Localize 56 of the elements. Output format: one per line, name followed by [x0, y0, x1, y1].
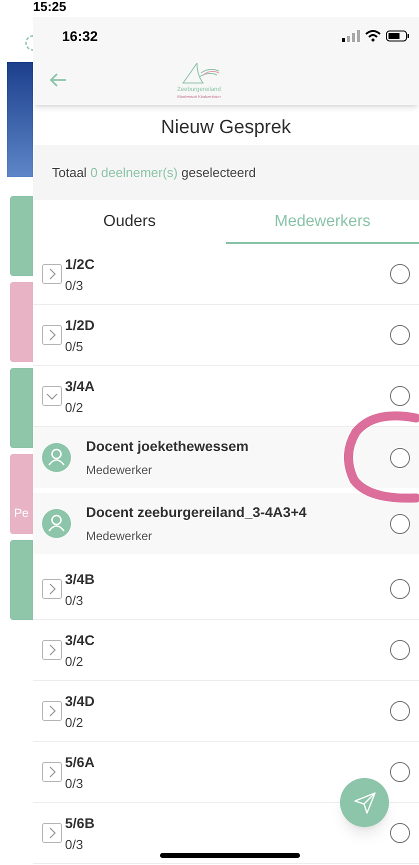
page-title: Nieuw Gesprek	[161, 116, 291, 140]
group-name: 5/6B	[65, 814, 95, 830]
tile[interactable]	[10, 368, 33, 448]
chevron-right-icon[interactable]	[42, 579, 62, 599]
chevron-right-icon[interactable]	[42, 325, 62, 345]
radio-button[interactable]	[390, 701, 410, 721]
group-count: 0/3	[65, 592, 84, 608]
gear-icon[interactable]	[24, 34, 36, 52]
group-name: 3/4D	[65, 692, 95, 708]
status-time: 16:32	[62, 26, 98, 46]
group-count: 0/2	[65, 654, 84, 668]
group-count: 0/5	[65, 338, 84, 354]
chevron-right-icon[interactable]	[42, 823, 62, 843]
signal-icon	[342, 30, 360, 42]
tab[interactable]: Ouders	[33, 202, 226, 244]
tile-label: Pe	[14, 505, 29, 522]
battery-icon	[386, 30, 409, 42]
radio-button[interactable]	[390, 579, 410, 599]
member-name: Docent joekethewessem	[86, 437, 249, 456]
radio-button[interactable]	[390, 264, 410, 284]
member-name: Docent zeeburgereiland_3-4A3+4	[86, 503, 307, 522]
wifi-icon	[365, 30, 381, 42]
person-avatar-icon	[42, 443, 71, 472]
radio-button[interactable]	[390, 762, 410, 782]
group-count: 0/2	[65, 714, 84, 730]
group-count: 0/3	[65, 776, 84, 790]
group-count: 0/3	[65, 836, 84, 852]
radio-button[interactable]	[390, 325, 410, 345]
back-arrow-icon[interactable]	[49, 73, 67, 87]
radio-button[interactable]	[390, 640, 410, 660]
radio-button[interactable]	[390, 386, 410, 406]
chevron-down-icon[interactable]	[42, 386, 62, 406]
group-name: 3/4A	[65, 378, 95, 394]
group-name: 1/2C	[65, 256, 95, 272]
chevron-right-icon[interactable]	[42, 701, 62, 721]
chevron-right-icon[interactable]	[42, 264, 62, 284]
chevron-right-icon[interactable]	[42, 640, 62, 660]
group-name: 3/4C	[65, 632, 95, 648]
group-count: 0/3	[65, 278, 84, 292]
chevron-right-icon[interactable]	[42, 762, 62, 782]
person-avatar-icon	[42, 509, 71, 538]
radio-button[interactable]	[390, 514, 410, 534]
tile[interactable]	[10, 540, 33, 620]
group-count: 0/2	[65, 400, 84, 414]
group-name: 1/2D	[65, 316, 95, 332]
selection-summary: Totaal 0 deelnemer(s) geselecteerd	[52, 164, 256, 182]
radio-button[interactable]	[390, 448, 410, 468]
member-role: Medewerker	[86, 528, 152, 545]
group-name: 3/4B	[65, 570, 95, 586]
send-icon	[354, 792, 376, 814]
group-name: 5/6A	[65, 754, 95, 770]
radio-button[interactable]	[390, 823, 410, 843]
member-role: Medewerker	[86, 462, 152, 479]
tile[interactable]	[10, 196, 33, 276]
status-time: 15:25	[33, 0, 66, 14]
tile[interactable]	[10, 282, 33, 362]
